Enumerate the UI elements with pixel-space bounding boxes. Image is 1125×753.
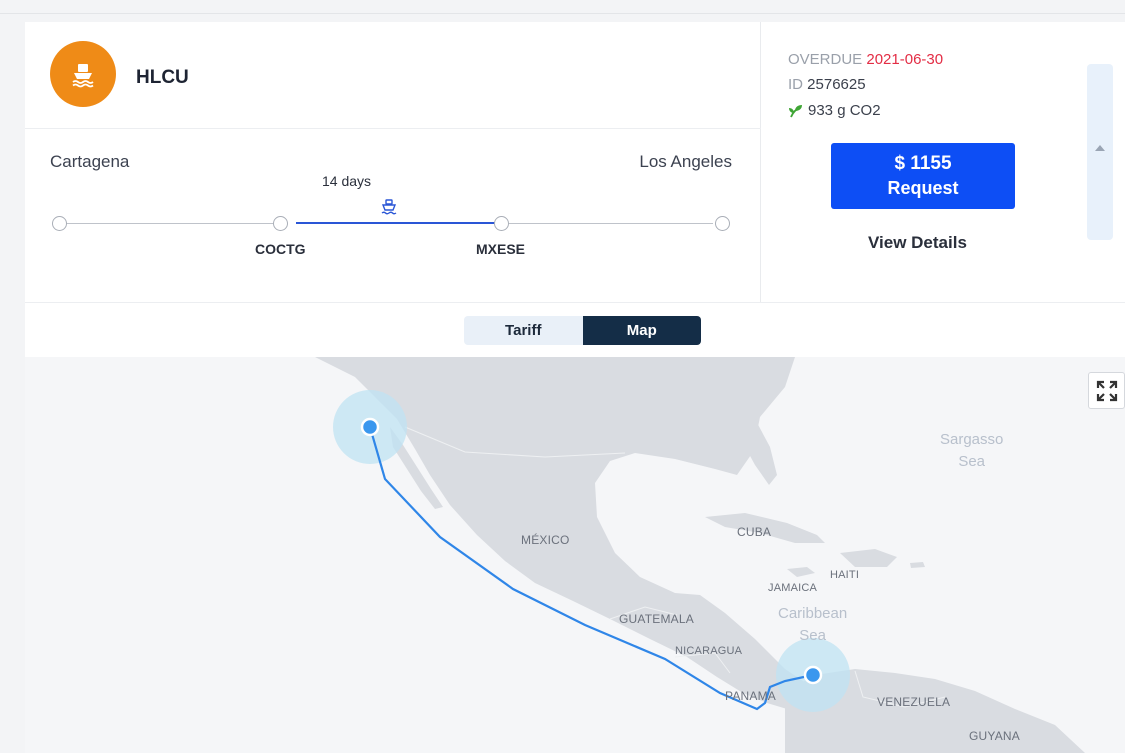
fullscreen-button[interactable] — [1088, 372, 1125, 409]
sea-label-line: Sea — [799, 627, 826, 644]
destination-city: Los Angeles — [639, 152, 732, 171]
scrollbar[interactable] — [1087, 64, 1113, 240]
map-label-cuba: CUBA — [737, 525, 772, 539]
map-label-venezuela: VENEZUELA — [877, 695, 951, 709]
map-label-panama: PANAMA — [725, 689, 776, 703]
map-label-guyana: GUYANA — [969, 729, 1020, 743]
shipment-id: ID 2576625 — [788, 76, 866, 93]
scroll-up-icon[interactable] — [1095, 145, 1105, 151]
offer-panel: OVERDUE 2021-06-30 ID 2576625 933 g CO2 … — [761, 22, 1125, 302]
port-stop-marker — [494, 216, 509, 231]
shipment-card: HLCU Cartagena Los Angeles 14 days COCTG… — [25, 22, 1125, 753]
sea-label-line: Sargasso — [940, 431, 1004, 448]
destination-port-code: MXESE — [476, 241, 526, 257]
destination-stop-marker — [715, 216, 730, 231]
ship-icon — [72, 64, 94, 88]
tab-map[interactable]: Map — [582, 316, 701, 345]
route-segment-active — [296, 222, 496, 224]
tab-tariff[interactable]: Tariff — [464, 316, 583, 345]
map-label-sargasso-sea: Sargasso Sea — [940, 429, 1003, 473]
map-label-guatemala: GUATEMALA — [619, 612, 694, 626]
id-label: ID — [788, 76, 803, 93]
transit-time: 14 days — [322, 173, 372, 189]
co2-emissions: 933 g CO2 — [788, 102, 881, 119]
view-tabs: Tariff Map — [464, 316, 701, 345]
carrier-logo — [50, 41, 116, 107]
map-label-mexico: MÉXICO — [521, 533, 570, 547]
top-border — [0, 0, 1125, 14]
port-stop-marker — [273, 216, 288, 231]
map-label-caribbean-sea: Caribbean Sea — [778, 603, 847, 647]
id-value: 2576625 — [807, 76, 866, 93]
map-label-nicaragua: NICARAGUA — [675, 645, 743, 657]
sea-label-line: Caribbean — [778, 605, 848, 622]
divider — [25, 302, 1125, 303]
request-label: Request — [887, 178, 959, 198]
route-segment — [67, 223, 273, 224]
sea-label-line: Sea — [958, 453, 986, 470]
request-button[interactable]: $ 1155 Request — [831, 143, 1015, 209]
route-map[interactable]: MÉXICO CUBA HAITI JAMAICA GUATEMALA NICA… — [25, 357, 1125, 753]
route-panel: HLCU Cartagena Los Angeles 14 days COCTG… — [25, 22, 761, 302]
co2-value: 933 g CO2 — [808, 102, 881, 119]
view-details-link[interactable]: View Details — [868, 233, 967, 253]
map-landmass — [315, 357, 1085, 753]
origin-port-code: COCTG — [255, 241, 306, 257]
ship-icon — [381, 199, 397, 215]
overdue-label: OVERDUE — [788, 51, 863, 68]
expand-icon — [1096, 380, 1117, 401]
price: $ 1155 — [894, 153, 952, 174]
overdue-status: OVERDUE 2021-06-30 — [788, 51, 943, 68]
overdue-date: 2021-06-30 — [866, 51, 944, 68]
origin-stop-marker — [52, 216, 67, 231]
leaf-icon — [789, 104, 802, 117]
carrier-name: HLCU — [136, 67, 189, 88]
route-segment — [509, 223, 713, 224]
carrier-header: HLCU — [25, 22, 761, 129]
map-label-haiti: HAITI — [830, 569, 860, 581]
origin-city: Cartagena — [50, 152, 130, 171]
map-label-jamaica: JAMAICA — [768, 582, 818, 594]
